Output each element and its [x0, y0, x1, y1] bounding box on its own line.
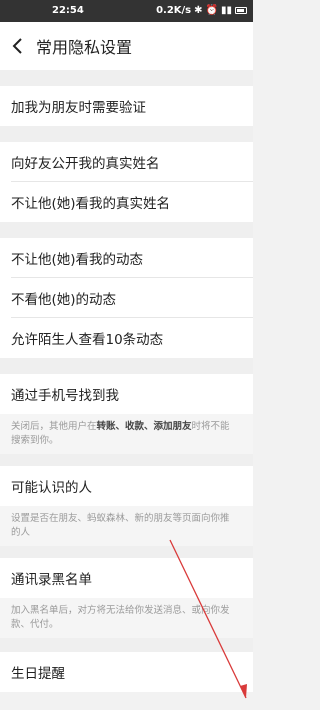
section-gap: [0, 546, 253, 558]
section-gap: [0, 358, 253, 374]
section-gap: [0, 222, 253, 238]
status-bar: 22:54 0.2K/s ✱ ⏰ ▮▮: [0, 0, 253, 22]
section-gap: [0, 70, 253, 86]
row-maybe-know[interactable]: 可能认识的人: [0, 466, 253, 506]
row-find-by-phone[interactable]: 通过手机号找到我: [0, 374, 253, 414]
section-gap: [0, 126, 253, 142]
row-verify[interactable]: 加我为朋友时需要验证: [0, 86, 253, 126]
maybe-know-description: 设置是否在朋友、蚂蚁森林、新的朋友等页面向你推 的人: [0, 506, 253, 546]
page-title: 常用隐私设置: [36, 38, 133, 57]
alarm-icon: ⏰: [205, 5, 218, 16]
chevron-left-icon: [12, 38, 22, 54]
back-button[interactable]: [6, 34, 30, 58]
row-real-name-public[interactable]: 向好友公开我的真实姓名: [0, 142, 253, 182]
row-not-see-feed[interactable]: 不看他(她)的动态: [0, 278, 253, 318]
row-birthday[interactable]: 生日提醒: [0, 652, 253, 692]
bluetooth-icon: ✱: [194, 5, 203, 16]
section-gap: [0, 454, 253, 466]
signal-icon: ▮▮: [220, 5, 232, 16]
status-time: 22:54: [52, 5, 84, 16]
blacklist-description: 加入黑名单后，对方将无法给你发送消息、或向你发 款、代付。: [0, 598, 253, 638]
row-hide-real-name[interactable]: 不让他(她)看我的真实姓名: [0, 182, 253, 222]
phone-description: 关闭后，其他用户在转账、收款、添加朋友时将不能 搜索到你。: [0, 414, 253, 454]
section-gap: [0, 638, 253, 652]
row-stranger-feed[interactable]: 允许陌生人查看10条动态: [0, 318, 253, 358]
nav-bar: 常用隐私设置: [0, 22, 253, 70]
net-speed: 0.2K/s: [156, 5, 192, 16]
status-icons: 0.2K/s ✱ ⏰ ▮▮: [156, 5, 247, 16]
battery-icon: [235, 7, 247, 14]
row-contact-blacklist[interactable]: 通讯录黑名单: [0, 558, 253, 598]
row-hide-my-feed[interactable]: 不让他(她)看我的动态: [0, 238, 253, 278]
